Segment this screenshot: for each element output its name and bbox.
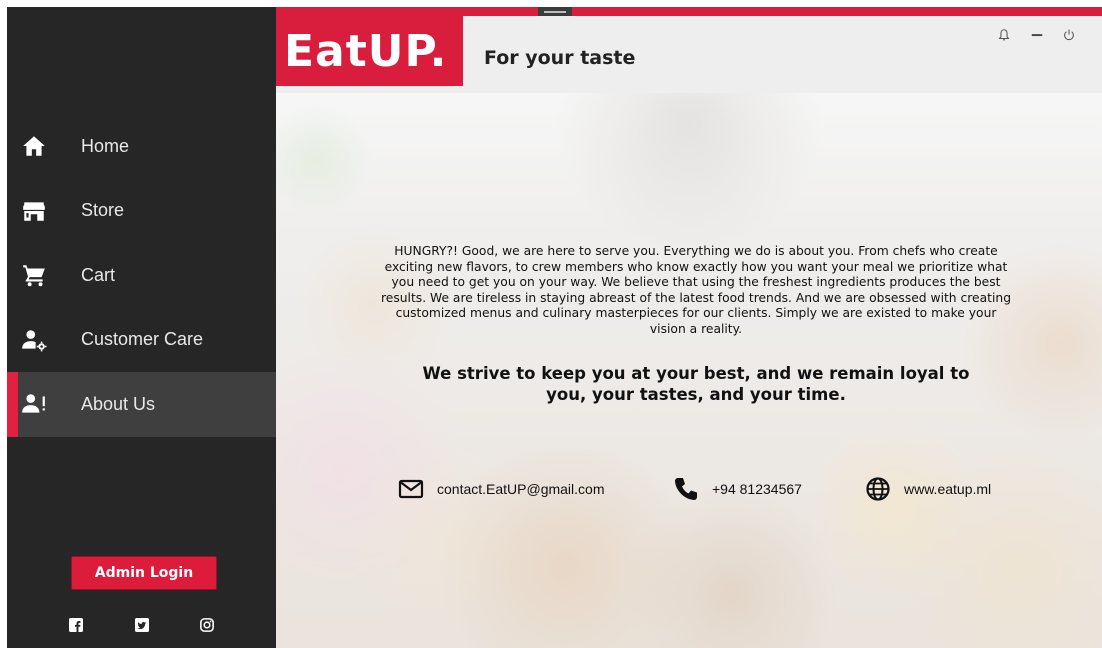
- main-panel: EatUP. For your taste HUNGRY?! Good, we …: [276, 7, 1102, 648]
- app-window: Home Store Cart Customer Care About Us A…: [7, 7, 1102, 648]
- contact-phone-text: +94 81234567: [712, 481, 802, 497]
- sidebar-item-label: Store: [81, 200, 125, 221]
- power-icon[interactable]: [1061, 27, 1077, 43]
- contact-email[interactable]: contact.EatUP@gmail.com: [397, 475, 605, 503]
- globe-icon: [864, 475, 892, 503]
- sidebar-item-cart[interactable]: Cart: [7, 243, 276, 308]
- app-logo: EatUP.: [276, 16, 463, 86]
- user-gear-icon: [21, 327, 47, 353]
- contact-email-text: contact.EatUP@gmail.com: [437, 481, 605, 497]
- sidebar-item-customer-care[interactable]: Customer Care: [7, 308, 276, 373]
- sidebar-item-label: About Us: [81, 393, 156, 414]
- sidebar-item-home[interactable]: Home: [7, 114, 276, 179]
- about-motto: We strive to keep you at your best, and …: [422, 364, 970, 404]
- sidebar-item-label: Customer Care: [81, 329, 204, 350]
- about-content: HUNGRY?! Good, we are here to serve you.…: [276, 93, 1102, 648]
- contact-website-text: www.eatup.ml: [904, 481, 992, 497]
- sidebar-item-store[interactable]: Store: [7, 179, 276, 244]
- user-info-icon: [21, 391, 47, 417]
- sidebar-item-about-us[interactable]: About Us: [7, 372, 276, 437]
- top-accent-bar: [276, 7, 1102, 16]
- sidebar: Home Store Cart Customer Care About Us A…: [7, 7, 276, 648]
- store-icon: [21, 198, 47, 224]
- facebook-icon[interactable]: [69, 618, 83, 632]
- contact-phone[interactable]: +94 81234567: [672, 475, 802, 503]
- mail-icon: [397, 475, 425, 503]
- drag-handle[interactable]: [538, 7, 572, 16]
- bell-icon[interactable]: [996, 27, 1012, 43]
- instagram-icon[interactable]: [200, 618, 214, 632]
- sidebar-item-label: Cart: [81, 264, 116, 285]
- minimize-icon[interactable]: [1029, 27, 1045, 43]
- admin-login-button[interactable]: Admin Login: [71, 556, 217, 590]
- twitter-icon[interactable]: [135, 618, 149, 632]
- sidebar-item-label: Home: [81, 135, 130, 156]
- tagline: For your taste: [484, 47, 636, 69]
- about-paragraph: HUNGRY?! Good, we are here to serve you.…: [381, 244, 1011, 336]
- phone-icon: [672, 475, 700, 503]
- cart-icon: [21, 262, 47, 288]
- sidebar-nav: Home Store Cart Customer Care About Us: [7, 114, 276, 437]
- contact-website[interactable]: www.eatup.ml: [864, 475, 991, 503]
- home-icon: [21, 133, 47, 159]
